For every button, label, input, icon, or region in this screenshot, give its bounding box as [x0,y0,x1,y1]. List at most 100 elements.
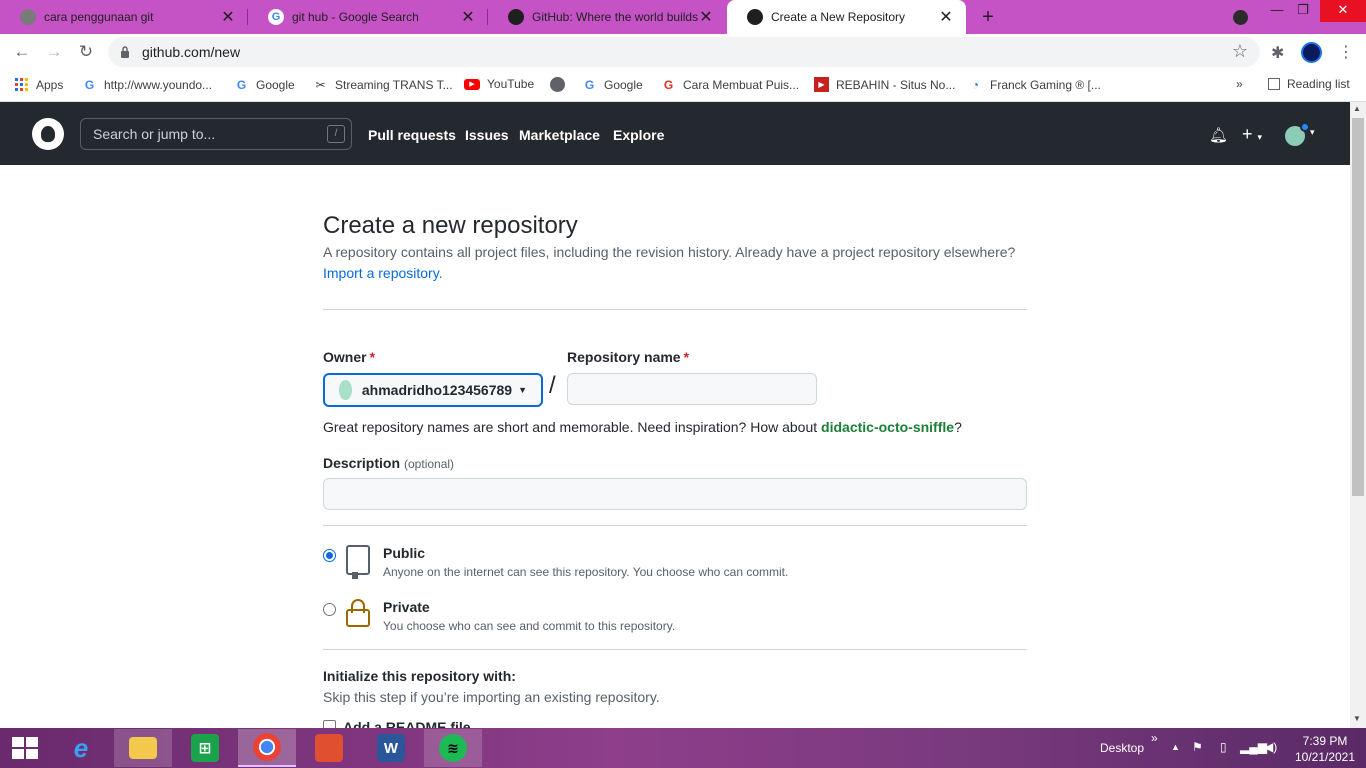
system-clock[interactable]: 7:39 PM 10/21/2021 [1294,733,1356,765]
repository-name-input[interactable] [567,373,817,405]
bookmark-google[interactable]: G Google [234,77,295,92]
google-chrome-icon[interactable] [238,729,296,767]
network-warning-icon[interactable]: ⚑ [1192,740,1203,754]
name-suggestion[interactable]: didactic-octo-sniffle [821,419,954,435]
tab-cara-penggunaan-git[interactable]: cara penggunaan git ✕ [0,0,248,34]
repository-name-label-text: Repository name [567,349,681,365]
tray-overflow-chevron[interactable]: » [1151,731,1158,745]
tab-create-new-repository[interactable]: Create a New Repository ✕ [727,0,966,34]
close-window-button[interactable]: ✕ [1320,0,1366,22]
private-radio[interactable] [323,603,336,616]
file-explorer-icon[interactable] [114,729,172,767]
public-radio[interactable] [323,549,336,562]
maximize-button[interactable]: ❐ [1288,0,1318,22]
new-tab-button[interactable]: + [976,5,1000,29]
reload-icon[interactable]: ↻ [76,42,96,62]
chrome-menu-icon[interactable]: ⋮ [1338,42,1354,62]
store-glyph: ⊞ [191,734,219,762]
close-icon[interactable]: ✕ [938,7,954,27]
bookmark-youtube[interactable]: ▶ YouTube [464,77,534,91]
bookmark-label: Streaming TRANS T... [335,77,453,92]
github-logo-icon[interactable] [32,118,64,150]
address-bar[interactable]: github.com/new ☆ [108,37,1260,67]
required-asterisk: * [683,349,690,365]
nav-pull-requests[interactable]: Pull requests [368,127,456,143]
microsoft-word-icon[interactable]: W [362,729,420,767]
owner-value: ahmadridho123456789 [361,382,513,398]
owner-repo-separator: / [549,372,556,399]
divider [323,525,1027,526]
bookmarks-bar: Apps G http://www.youndo... G Google ✂ S… [0,70,1366,102]
clock-time: 7:39 PM [1302,734,1348,748]
tab-git-hub-google-search[interactable]: G git hub - Google Search ✕ [248,0,488,34]
bookmark-globe[interactable] [550,77,572,92]
profile-avatar[interactable] [1301,42,1322,63]
required-asterisk: * [369,349,376,365]
owner-select-button[interactable]: ahmadridho123456789 ▼ [323,373,543,407]
rebahin-icon: ▶ [814,77,829,92]
clock-date: 10/21/2021 [1294,750,1356,764]
public-option-title: Public [383,545,426,561]
bookmark-label: Google [256,77,295,92]
scroll-up-arrow-icon[interactable]: ▲ [1353,104,1361,113]
github-search-input[interactable]: Search or jump to... / [80,118,352,150]
game-glyph [315,734,343,762]
internet-explorer-icon[interactable]: e [52,729,110,767]
battery-icon[interactable]: ▯ [1220,740,1227,754]
spotify-icon[interactable]: ≋ [424,729,482,767]
windows-taskbar: e ⊞ W ≋ Desktop » ▲ ⚑ ▯ ▂▄▆ ◀) 7:39 PM 1… [0,728,1366,768]
volume-icon[interactable]: ◀) [1264,740,1277,754]
bookmarks-overflow-button[interactable]: » [1236,77,1243,91]
description-label-text: Description [323,455,401,471]
bookmark-label: Franck Gaming ® [... [990,77,1101,92]
github-icon [747,9,763,25]
bookmark-label: REBAHIN - Situs No... [836,77,956,92]
signal-bars-icon[interactable]: ▂▄▆ [1240,740,1267,754]
bookmark-label: Google [604,77,643,92]
bookmark-star-icon[interactable]: ☆ [1232,41,1248,62]
nav-explore[interactable]: Explore [613,127,664,143]
bookmark-google-2[interactable]: G Google [582,77,643,92]
reading-list-button[interactable]: Reading list [1268,77,1350,91]
hint-text: Great repository names are short and mem… [323,419,818,435]
create-new-plus-icon[interactable]: + ▾ [1242,124,1262,145]
close-icon[interactable]: ✕ [698,7,714,27]
page-scrollbar-thumb[interactable] [1352,118,1364,496]
show-hidden-icons-icon[interactable]: ▲ [1171,742,1180,752]
description-label: Description (optional) [323,455,454,471]
close-icon[interactable]: ✕ [220,7,236,27]
nav-marketplace[interactable]: Marketplace [519,127,600,143]
tab-title: git hub - Google Search [292,10,419,24]
desktop-toolbar-label[interactable]: Desktop [1100,741,1144,755]
repository-name-label: Repository name * [567,349,689,365]
page-subtitle: A repository contains all project files,… [323,244,1016,260]
back-icon[interactable]: ← [12,42,32,62]
nav-issues[interactable]: Issues [465,127,509,143]
bookmark-franck-gaming[interactable]: ◔ Franck Gaming ® [... [968,77,1101,92]
description-input[interactable] [323,478,1027,510]
tab-title: GitHub: Where the world builds s [532,10,698,24]
import-repository-link[interactable]: Import a repository. [323,265,443,281]
globe-icon [550,77,565,92]
tab-github-home[interactable]: GitHub: Where the world builds s ✕ [488,0,726,34]
close-icon[interactable]: ✕ [460,7,476,27]
game-app-icon[interactable] [300,729,358,767]
extensions-puzzle-icon[interactable]: ✱ [1271,43,1284,63]
status-dot [1300,122,1310,132]
forward-icon[interactable]: → [44,42,64,62]
globe-icon [20,9,36,25]
bookmark-apps[interactable]: Apps [14,77,63,92]
browser-tab-strip: cara penggunaan git ✕ G git hub - Google… [0,0,1366,34]
bookmark-youndo[interactable]: G http://www.youndo... [82,77,212,92]
windows-start-icon[interactable] [12,737,38,759]
microsoft-store-icon[interactable]: ⊞ [176,729,234,767]
private-option-title: Private [383,599,430,615]
bookmark-cara-membuat-puisi[interactable]: G Cara Membuat Puis... [661,77,799,92]
chevron-down-icon[interactable]: ▾ [1310,127,1315,138]
scroll-down-arrow-icon[interactable]: ▼ [1353,714,1361,723]
bell-icon[interactable]: 🔔︎ [1209,126,1228,144]
bookmark-rebahin[interactable]: ▶ REBAHIN - Situs No... [814,77,955,92]
tab-search-icon[interactable] [1233,10,1248,25]
bookmark-streaming-trans[interactable]: ✂ Streaming TRANS T... [313,77,453,92]
page-title: Create a new repository [323,212,578,239]
